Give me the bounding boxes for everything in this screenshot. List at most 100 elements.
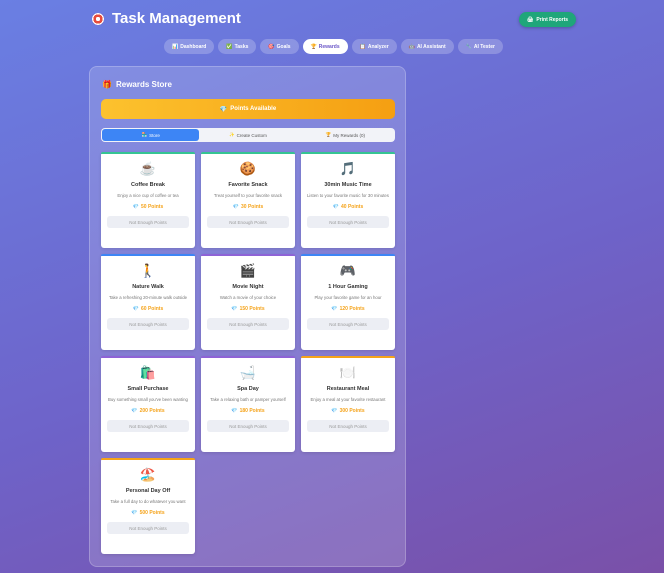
reward-points: 💎 200 Points [131,408,164,414]
rewards-subtabs: 🏪 Store ✨ Create Custom 🏆 My Rewards (0) [101,128,395,142]
print-reports-button[interactable]: 🖨 Print Reports [519,12,576,27]
page-title: Task Management [112,10,241,27]
card-accent-bar [101,254,195,256]
reward-name: Spa Day [237,386,259,392]
rewards-store-heading: 🎁 Rewards Store [102,80,172,89]
card-accent-bar [201,254,295,256]
card-accent-bar [301,254,395,256]
reward-description: Listen to your favorite music for 30 min… [307,193,389,198]
reward-points: 💎 60 Points [133,306,163,312]
reward-card: 🎮 1 Hour Gaming Play your favorite game … [301,254,395,350]
bathtub-icon: 🛁 [239,365,257,380]
target-icon: 🎯 [268,43,275,50]
reward-name: Favorite Snack [228,182,268,188]
rewards-panel: 🎁 Rewards Store 💎 Points Available 🏪 Stor… [89,66,406,567]
reward-name: Restaurant Meal [326,386,370,392]
chart-icon: 📊 [172,43,179,50]
tab-label: Dashboard [180,43,207,50]
tab-label: AI Tester [473,43,495,50]
reward-points-value: 120 Points [339,306,365,313]
tab-label: Goals [276,43,291,50]
redeem-button[interactable]: Not Enough Points [307,318,389,331]
beach-icon: 🏖️ [139,467,157,482]
reward-points: 💎 300 Points [331,408,364,414]
reward-description: Take a full day to do whatever you want [110,499,186,504]
reward-points: 💎 50 Points [133,204,163,210]
gem-icon: 💎 [331,408,338,415]
store-icon: 🏪 [141,132,148,137]
gem-icon: 💎 [131,408,138,415]
reward-points: 💎 40 Points [333,204,363,210]
reward-points-value: 300 Points [339,408,365,415]
shopping-bag-icon: 🛍️ [139,365,157,380]
rewards-store-title: Rewards Store [115,80,172,89]
points-available-banner: 💎 Points Available [101,99,395,119]
reward-card: 🎵 30min Music Time Listen to your favori… [301,152,395,248]
reward-card: 🍽️ Restaurant Meal Enjoy a meal at your … [301,356,395,452]
sparkle-icon: ✨ [229,132,235,137]
coffee-icon: ☕ [139,161,157,176]
reward-points: 💎 150 Points [231,306,264,312]
reward-description: Treat yourself to your favorite snack [213,193,283,198]
reward-points-value: 150 Points [239,306,265,313]
rewards-grid: ☕ Coffee Break Enjoy a nice cup of coffe… [101,152,395,554]
tab-analyzer[interactable]: 📋 Analyzer [351,39,397,54]
reward-points-value: 500 Points [139,510,165,517]
subtab-my-rewards[interactable]: 🏆 My Rewards (0) [297,129,394,141]
redeem-button[interactable]: Not Enough Points [107,420,189,433]
reward-points-value: 40 Points [341,204,364,211]
gem-icon: 💎 [231,306,238,313]
trophy-icon: 🏆 [325,132,332,137]
subtab-store[interactable]: 🏪 Store [102,129,200,141]
tab-ai-tester[interactable]: 🔧 AI Tester [457,39,503,54]
card-accent-bar [301,152,395,154]
redeem-button[interactable]: Not Enough Points [107,216,189,229]
redeem-button[interactable]: Not Enough Points [107,522,189,535]
check-icon: ✅ [226,43,233,50]
game-controller-icon: 🎮 [339,263,357,278]
trophy-icon: 🏆 [310,43,317,50]
card-accent-bar [101,152,195,154]
redeem-button[interactable]: Not Enough Points [307,420,389,433]
gem-icon: 💎 [131,510,138,517]
redeem-button[interactable]: Not Enough Points [207,318,289,331]
gem-icon: 💎 [332,204,339,211]
tab-tasks[interactable]: ✅ Tasks [218,39,257,54]
redeem-button[interactable]: Not Enough Points [107,318,189,331]
tab-label: Tasks [234,43,249,50]
redeem-button[interactable]: Not Enough Points [207,420,289,433]
tab-rewards[interactable]: 🏆 Rewards [302,39,348,54]
reward-description: Take a refreshing 20-minute walk outside [108,295,188,300]
tab-label: AI Assistant [416,43,446,50]
redeem-button[interactable]: Not Enough Points [307,216,389,229]
tab-ai-assistant[interactable]: 🤖 AI Assistant [400,39,454,54]
reward-points-value: 50 Points [141,204,164,211]
tab-dashboard[interactable]: 📊 Dashboard [164,39,215,54]
clipboard-icon: 📋 [359,43,366,50]
reward-points: 💎 180 Points [231,408,264,414]
reward-points-value: 30 Points [241,204,264,211]
gem-icon: 💎 [331,306,338,313]
reward-description: Watch a movie of your choice [219,295,277,300]
points-available-label: Points Available [230,106,277,112]
gem-icon: 💎 [232,204,239,211]
printer-icon: 🖨 [526,16,534,23]
reward-description: Play your favorite game for an hour [314,295,382,300]
reward-card: 🏖️ Personal Day Off Take a full day to d… [101,458,195,554]
reward-card: 🍪 Favorite Snack Treat yourself to your … [201,152,295,248]
gift-icon: 🎁 [102,80,112,89]
reward-description: Enjoy a meal at your favorite restaurant [310,397,386,402]
card-accent-bar [201,152,295,154]
reward-points: 💎 120 Points [331,306,364,312]
redeem-button[interactable]: Not Enough Points [207,216,289,229]
reward-card: 🛍️ Small Purchase Buy something small yo… [101,356,195,452]
subtab-create-custom[interactable]: ✨ Create Custom [199,129,296,141]
tab-goals[interactable]: 🎯 Goals [260,39,299,54]
reward-description: Buy something small you've been wanting [108,397,188,402]
reward-name: 1 Hour Gaming [328,284,368,290]
card-accent-bar [301,356,395,358]
reward-points-value: 200 Points [139,408,165,415]
reward-name: Nature Walk [132,284,164,290]
reward-card: ☕ Coffee Break Enjoy a nice cup of coffe… [101,152,195,248]
reward-name: Movie Night [232,284,264,290]
